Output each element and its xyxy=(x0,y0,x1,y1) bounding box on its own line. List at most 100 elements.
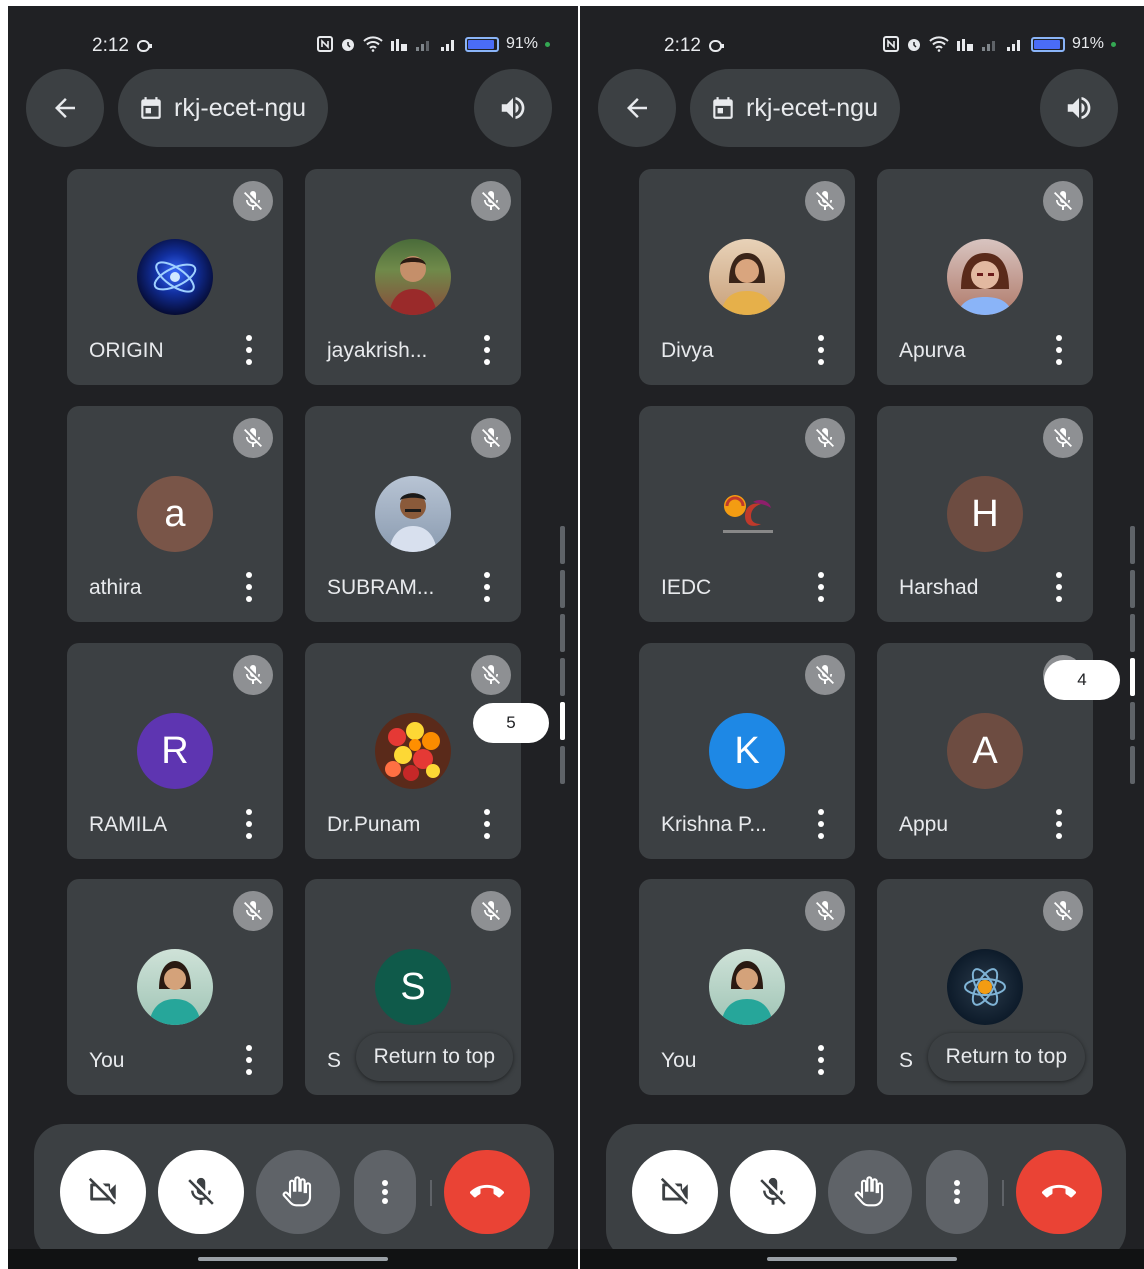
participant-tile[interactable]: SUBRAM... xyxy=(305,406,521,622)
muted-mic-icon xyxy=(1043,891,1083,931)
participant-tile[interactable]: jayakrish... xyxy=(305,169,521,385)
leave-call-button[interactable] xyxy=(444,1150,530,1234)
camera-toggle-button[interactable] xyxy=(632,1150,718,1234)
participant-more-icon[interactable] xyxy=(243,809,255,839)
participant-tile[interactable]: H Harshad xyxy=(877,406,1093,622)
participant-grid: ORIGIN jayakrish... a athira SUBRAM... R… xyxy=(67,169,521,1095)
call-controls-bar xyxy=(606,1124,1126,1260)
page-number-bubble: 4 xyxy=(1044,660,1120,700)
mic-toggle-button[interactable] xyxy=(158,1150,244,1234)
participant-tile[interactable]: Divya xyxy=(639,169,855,385)
more-options-button[interactable] xyxy=(926,1150,988,1234)
participant-name: Krishna P... xyxy=(661,813,767,836)
back-button[interactable] xyxy=(598,69,676,147)
page-number-bubble: 5 xyxy=(473,703,549,743)
top-bar: rkj-ecet-ngu xyxy=(580,69,1144,147)
call-controls-bar xyxy=(34,1124,554,1260)
participant-tile[interactable]: Dr.Punam xyxy=(305,643,521,859)
home-indicator[interactable] xyxy=(198,1257,388,1261)
speaker-icon xyxy=(501,97,525,119)
status-time-group: 2:12 xyxy=(92,35,153,57)
participant-more-icon[interactable] xyxy=(481,572,493,602)
page-scroll-indicator[interactable] xyxy=(1130,526,1135,784)
avatar-letter: S xyxy=(400,965,426,1008)
record-icon xyxy=(136,40,152,52)
muted-mic-icon xyxy=(1043,418,1083,458)
return-to-top-button[interactable]: Return to top xyxy=(355,1033,513,1081)
status-time-group: 2:12 xyxy=(664,35,725,57)
participant-tile[interactable]: S Return to top xyxy=(877,879,1093,1095)
nfc-icon xyxy=(882,36,899,52)
participant-more-icon[interactable] xyxy=(243,335,255,365)
battery-icon xyxy=(1030,36,1065,52)
participant-avatar: H xyxy=(947,476,1023,552)
avatar-letter: a xyxy=(164,492,186,535)
participant-more-icon[interactable] xyxy=(1053,335,1065,365)
participant-name: Dr.Punam xyxy=(327,813,421,836)
back-button[interactable] xyxy=(26,69,104,147)
participant-more-icon[interactable] xyxy=(481,335,493,365)
muted-mic-icon xyxy=(805,891,845,931)
meeting-info-chip[interactable]: rkj-ecet-ngu xyxy=(690,69,900,147)
participant-name: Appu xyxy=(899,813,949,836)
participant-more-icon[interactable] xyxy=(815,572,827,602)
muted-mic-icon xyxy=(471,891,511,931)
participant-name: Harshad xyxy=(899,576,979,599)
participant-tile[interactable]: IEDC xyxy=(639,406,855,622)
participant-avatar: R xyxy=(137,713,213,789)
hang-up-icon xyxy=(1042,1184,1076,1198)
arrow-back-icon xyxy=(55,98,75,118)
participant-more-icon[interactable] xyxy=(815,1045,827,1075)
participant-tile[interactable]: You xyxy=(639,879,855,1095)
participant-more-icon[interactable] xyxy=(815,335,827,365)
page-scroll-indicator[interactable] xyxy=(560,526,565,784)
participant-tile[interactable]: S S Return to top xyxy=(305,879,521,1095)
status-bar: 2:12 91% xyxy=(8,32,578,62)
participant-more-icon[interactable] xyxy=(243,572,255,602)
return-to-top-button[interactable]: Return to top xyxy=(927,1033,1085,1081)
muted-mic-icon xyxy=(233,181,273,221)
participant-avatar xyxy=(375,239,451,315)
leave-call-button[interactable] xyxy=(1016,1150,1102,1234)
participant-more-icon[interactable] xyxy=(1053,809,1065,839)
participant-avatar xyxy=(375,476,451,552)
raise-hand-button[interactable] xyxy=(828,1150,912,1234)
participant-more-icon[interactable] xyxy=(481,809,493,839)
alarm-icon xyxy=(341,39,354,51)
meeting-code: rkj-ecet-ngu xyxy=(174,93,306,122)
raise-hand-button[interactable] xyxy=(256,1150,340,1234)
participant-tile[interactable]: R RAMILA xyxy=(67,643,283,859)
participant-avatar xyxy=(709,949,785,1025)
camera-off-icon xyxy=(660,1177,688,1205)
participant-name: Divya xyxy=(661,339,714,362)
home-indicator[interactable] xyxy=(767,1257,957,1261)
participant-avatar xyxy=(947,949,1023,1025)
participant-tile[interactable]: ORIGIN xyxy=(67,169,283,385)
participant-tile[interactable]: K Krishna P... xyxy=(639,643,855,859)
mic-off-icon xyxy=(188,1177,214,1205)
nfc-icon xyxy=(316,36,333,52)
participant-more-icon[interactable] xyxy=(1053,572,1065,602)
camera-toggle-button[interactable] xyxy=(60,1150,146,1234)
participant-tile[interactable]: You xyxy=(67,879,283,1095)
signal-weak-icon xyxy=(415,41,429,51)
participant-more-icon[interactable] xyxy=(815,809,827,839)
wifi-icon xyxy=(929,36,949,52)
calendar-icon xyxy=(141,97,161,119)
audio-output-button[interactable] xyxy=(474,69,552,147)
participant-grid: Divya Apurva IEDC H Harshad K Krishna P.… xyxy=(639,169,1093,1095)
participant-more-icon[interactable] xyxy=(243,1045,255,1075)
arrow-back-icon xyxy=(627,98,647,118)
meeting-info-chip[interactable]: rkj-ecet-ngu xyxy=(118,69,328,147)
muted-mic-icon xyxy=(471,418,511,458)
speaker-icon xyxy=(1067,97,1091,119)
participant-tile[interactable]: a athira xyxy=(67,406,283,622)
status-icons: 91% xyxy=(882,35,1116,53)
audio-output-button[interactable] xyxy=(1040,69,1118,147)
more-options-button[interactable] xyxy=(354,1150,416,1234)
top-bar: rkj-ecet-ngu xyxy=(8,69,578,147)
volte-icon xyxy=(956,39,973,51)
participant-tile[interactable]: Apurva xyxy=(877,169,1093,385)
signal-weak-icon xyxy=(981,41,995,51)
mic-toggle-button[interactable] xyxy=(730,1150,816,1234)
